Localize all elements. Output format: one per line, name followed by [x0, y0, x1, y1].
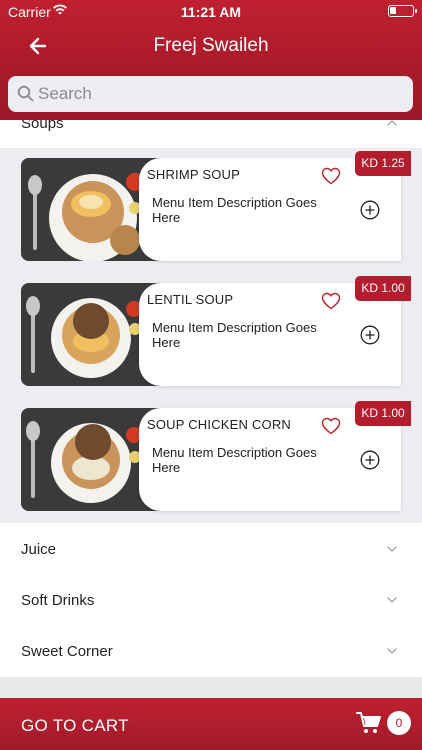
search-bar[interactable] — [8, 76, 413, 112]
price-badge: KD 1.00 — [355, 276, 411, 301]
category-row-soft-drinks[interactable]: Soft Drinks — [0, 574, 422, 625]
battery-icon — [388, 5, 417, 17]
category-row-juice[interactable]: Juice — [0, 523, 422, 574]
clock: 11:21 AM — [180, 4, 242, 20]
price-badge: KD 1.00 — [355, 401, 411, 426]
heart-icon[interactable] — [321, 417, 341, 440]
category-label: Soft Drinks — [21, 592, 95, 609]
price-badge: KD 1.25 — [355, 151, 411, 176]
cart-count-badge: 0 — [387, 711, 411, 735]
add-circle-icon[interactable] — [360, 450, 380, 475]
soups-items: SHRIMP SOUP Menu Item Description Goes H… — [0, 148, 422, 523]
category-label: Sweet Corner — [21, 643, 113, 660]
menu-item[interactable]: LENTIL SOUP Menu Item Description Goes H… — [21, 283, 401, 386]
search-input[interactable] — [38, 76, 398, 112]
chevron-down-icon — [386, 540, 398, 558]
category-label: Soups — [21, 120, 64, 132]
cart-bar[interactable]: GO TO CART 0 — [0, 698, 422, 750]
navigation-bar: Freej Swaileh — [0, 22, 422, 70]
category-row-sweet-corner[interactable]: Sweet Corner — [0, 625, 422, 676]
chevron-down-icon — [386, 642, 398, 660]
menu-list: Soups SHRIMP SOUP Menu Item Description … — [0, 120, 422, 698]
menu-item[interactable]: SOUP CHICKEN CORN Menu Item Description … — [21, 408, 401, 511]
item-name: SHRIMP SOUP — [147, 167, 240, 182]
add-circle-icon[interactable] — [360, 200, 380, 225]
add-circle-icon[interactable] — [360, 325, 380, 350]
item-description: Menu Item Description Goes Here — [152, 320, 317, 350]
go-to-cart-button[interactable]: GO TO CART — [21, 716, 129, 736]
status-bar: Carrier 11:21 AM — [0, 0, 422, 22]
item-description: Menu Item Description Goes Here — [152, 445, 317, 475]
heart-icon[interactable] — [321, 167, 341, 190]
list-footer-spacer — [0, 677, 422, 698]
page-title: Freej Swaileh — [153, 35, 269, 56]
search-icon — [17, 85, 34, 107]
app-header: Carrier 11:21 AM Freej Swaileh — [0, 0, 422, 120]
category-label: Juice — [21, 541, 57, 558]
item-name: LENTIL SOUP — [147, 292, 234, 307]
item-name: SOUP CHICKEN CORN — [147, 417, 292, 432]
category-header-soups[interactable]: Soups — [0, 120, 422, 148]
heart-icon[interactable] — [321, 292, 341, 315]
chevron-up-icon — [386, 120, 398, 132]
item-description: Menu Item Description Goes Here — [152, 195, 317, 225]
chevron-down-icon — [386, 591, 398, 609]
menu-item[interactable]: SHRIMP SOUP Menu Item Description Goes H… — [21, 158, 401, 261]
cart-icon[interactable] — [356, 711, 382, 740]
